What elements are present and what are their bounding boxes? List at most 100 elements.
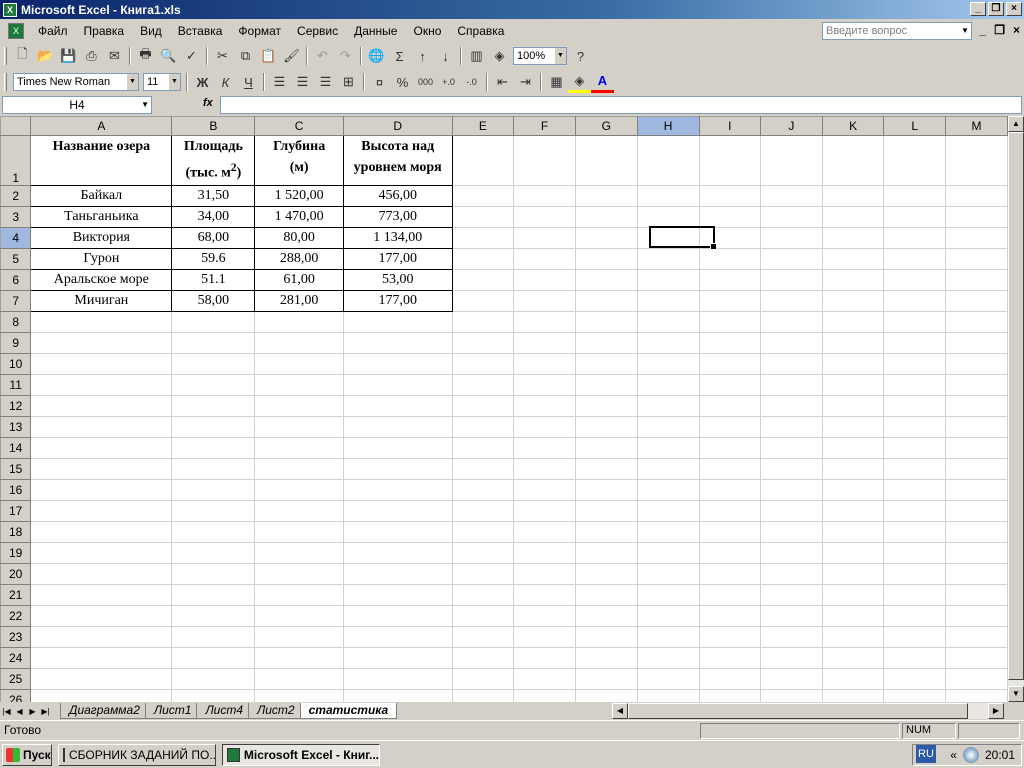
sheet-tab-diagramma2[interactable]: Диаграмма2 [60,703,149,719]
empty-cell[interactable] [574,395,638,417]
empty-cell[interactable] [945,689,1008,702]
empty-cell[interactable] [451,584,515,606]
row-header[interactable]: 17 [0,500,32,522]
font-color-icon[interactable]: A [591,71,614,93]
empty-cell[interactable] [945,479,1008,501]
empty-cell[interactable] [342,668,453,690]
doc-minimize-button[interactable]: _ [980,23,987,37]
empty-cell[interactable] [574,416,638,438]
empty-cell[interactable] [254,458,344,480]
empty-cell[interactable] [883,269,947,291]
decrease-indent-icon[interactable]: ⇤ [491,71,514,93]
row-header[interactable]: 4 [0,227,32,249]
row-header[interactable]: 15 [0,458,32,480]
menu-help[interactable]: Справка [449,24,512,38]
empty-cell[interactable] [636,521,700,543]
empty-cell[interactable] [342,521,453,543]
empty-cell[interactable] [342,395,453,417]
empty-cell[interactable] [171,416,256,438]
empty-cell[interactable] [636,458,700,480]
value-cell[interactable]: 31,50 [171,185,256,207]
copy-icon[interactable]: ⧉ [234,45,257,67]
empty-cell[interactable] [698,605,762,627]
empty-cell[interactable] [451,542,515,564]
empty-cell[interactable] [171,353,256,375]
empty-cell[interactable] [945,584,1008,606]
menu-format[interactable]: Формат [230,24,289,38]
row-header[interactable]: 12 [0,395,32,417]
empty-cell[interactable] [574,668,638,690]
empty-cell[interactable] [574,290,638,312]
chevron-down-icon[interactable]: ▼ [141,97,149,113]
minimize-button[interactable]: _ [970,2,986,16]
empty-cell[interactable] [636,353,700,375]
row-header[interactable]: 14 [0,437,32,459]
empty-cell[interactable] [760,479,823,501]
empty-cell[interactable] [636,227,700,249]
value-cell[interactable]: 34,00 [171,206,256,228]
empty-cell[interactable] [254,416,344,438]
empty-cell[interactable] [171,437,256,459]
empty-cell[interactable] [636,248,700,270]
empty-cell[interactable] [821,437,885,459]
empty-cell[interactable] [513,668,576,690]
empty-cell[interactable] [945,332,1008,354]
value-cell[interactable]: 281,00 [254,290,344,312]
row-header[interactable]: 8 [0,311,32,333]
workbook-icon[interactable]: X [8,23,24,39]
empty-cell[interactable] [945,290,1008,312]
menu-file[interactable]: Файл [30,24,76,38]
empty-cell[interactable] [698,185,762,207]
empty-cell[interactable] [760,626,823,648]
empty-cell[interactable] [945,185,1008,207]
empty-cell[interactable] [451,206,515,228]
empty-cell[interactable] [254,479,344,501]
empty-cell[interactable] [883,311,947,333]
col-header-d[interactable]: D [342,116,453,136]
next-sheet-icon[interactable]: ▶ [26,707,39,716]
empty-cell[interactable] [30,332,173,354]
empty-cell[interactable] [513,458,576,480]
empty-cell[interactable] [513,269,576,291]
row-header[interactable]: 16 [0,479,32,501]
empty-cell[interactable] [574,605,638,627]
empty-cell[interactable] [30,311,173,333]
empty-cell[interactable] [821,521,885,543]
value-cell[interactable]: 177,00 [342,290,453,312]
lake-name-cell[interactable]: Гурон [30,248,173,270]
empty-cell[interactable] [821,668,885,690]
empty-cell[interactable] [513,395,576,417]
empty-cell[interactable] [451,269,515,291]
empty-cell[interactable] [30,374,173,396]
empty-cell[interactable] [698,689,762,702]
empty-cell[interactable] [945,563,1008,585]
empty-cell[interactable] [451,437,515,459]
empty-cell[interactable] [30,500,173,522]
increase-decimal-icon[interactable]: +.0 [437,71,460,93]
empty-cell[interactable] [171,521,256,543]
empty-cell[interactable] [451,479,515,501]
empty-cell[interactable] [451,668,515,690]
print-preview-icon[interactable]: 🔍 [157,45,180,67]
empty-cell[interactable] [698,521,762,543]
empty-cell[interactable] [513,185,576,207]
empty-cell[interactable] [945,416,1008,438]
empty-cell[interactable] [636,542,700,564]
empty-cell[interactable] [636,668,700,690]
empty-cell[interactable] [821,584,885,606]
empty-cell[interactable] [760,668,823,690]
permission-icon[interactable]: ⎙ [80,45,103,67]
col-header-f[interactable]: F [513,116,576,136]
empty-cell[interactable] [574,311,638,333]
empty-cell[interactable] [171,332,256,354]
maximize-button[interactable]: ❐ [988,2,1004,16]
empty-cell[interactable] [883,626,947,648]
empty-cell[interactable] [451,605,515,627]
empty-cell[interactable] [760,353,823,375]
row-header[interactable]: 18 [0,521,32,543]
chevron-down-icon[interactable]: ▼ [959,23,971,39]
col-header-b[interactable]: B [171,116,256,136]
empty-cell[interactable] [451,227,515,249]
empty-cell[interactable] [945,206,1008,228]
font-size-select[interactable]: 11 ▼ [143,73,181,91]
